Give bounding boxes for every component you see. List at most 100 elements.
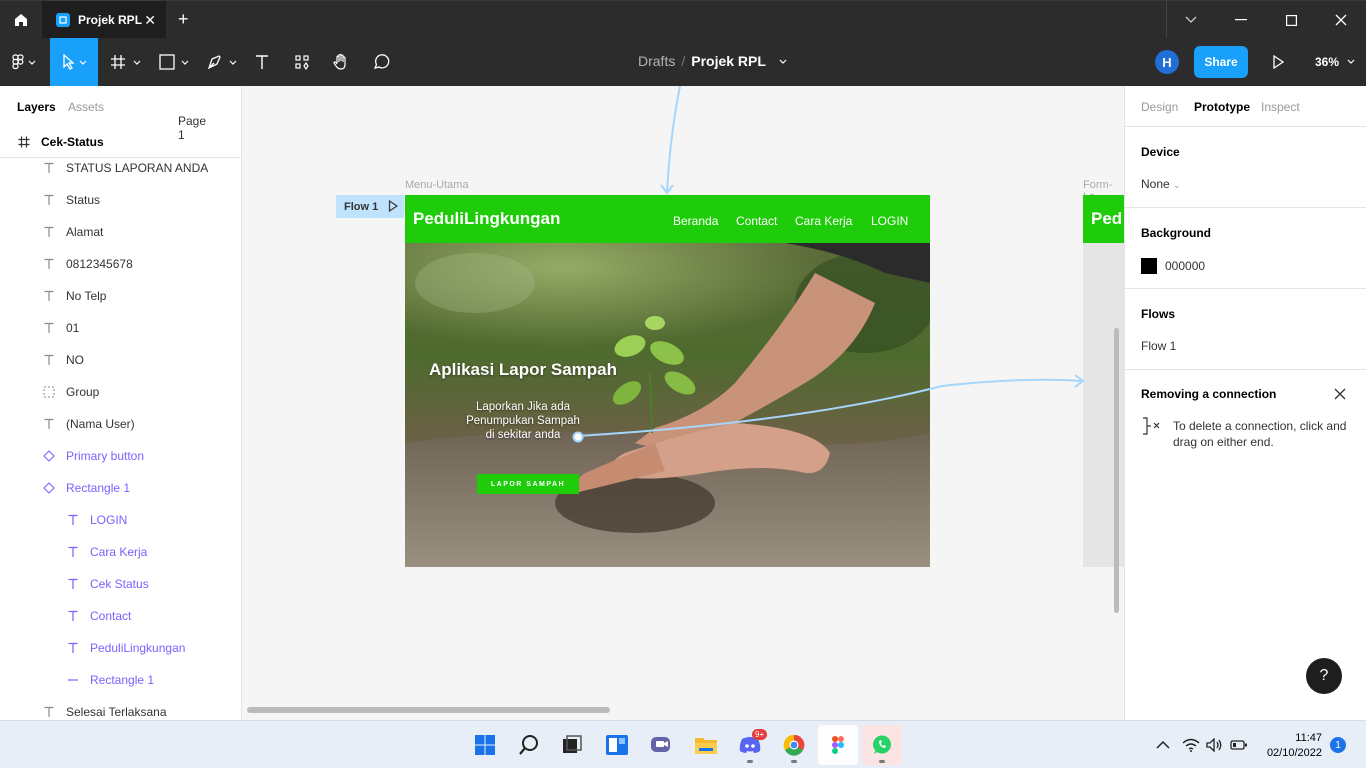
chat-button[interactable] [641, 725, 681, 765]
hero-subtitle: Laporkan Jika ada Penumpukan Sampah di s… [453, 400, 593, 442]
layer-item[interactable]: Selesai Terlaksana [0, 696, 241, 720]
frame-tool-button[interactable] [108, 38, 144, 86]
project-name[interactable]: Projek RPL [691, 53, 766, 69]
layer-item[interactable]: Cara Kerja [0, 536, 241, 568]
device-value: None [1141, 177, 1170, 191]
device-section: Device None ⌄ [1125, 126, 1366, 207]
text-layer-icon [42, 289, 56, 303]
chevron-down-icon[interactable] [1166, 1, 1216, 39]
chevron-up-icon[interactable] [1156, 740, 1170, 750]
share-button[interactable]: Share [1194, 46, 1248, 78]
layer-item[interactable]: LOGIN [0, 504, 241, 536]
tab-layers[interactable]: Layers [17, 100, 56, 114]
vertical-scrollbar[interactable] [1114, 328, 1119, 613]
nav-contact[interactable]: Contact [736, 214, 777, 228]
whatsapp-button[interactable] [862, 725, 902, 765]
start-button[interactable] [465, 725, 505, 765]
task-view-button[interactable] [552, 725, 592, 765]
figma-taskbar-button[interactable] [818, 725, 858, 765]
layer-item[interactable]: Contact [0, 600, 241, 632]
layer-item-label: Status [66, 193, 101, 207]
discord-button[interactable]: 9+ [730, 725, 770, 765]
frame-label-menu-utama[interactable]: Menu-Utama [405, 179, 469, 191]
title-bar: Projek RPL ✕ + [0, 0, 1366, 39]
nav-cara-kerja[interactable]: Cara Kerja [795, 214, 852, 228]
lapor-sampah-button[interactable]: LAPOR SAMPAH [477, 474, 579, 494]
figma-logo-icon [12, 54, 36, 70]
nav-beranda[interactable]: Beranda [673, 214, 718, 228]
layer-item[interactable]: 0812345678 [0, 248, 241, 280]
home-button[interactable] [0, 1, 42, 39]
layer-item[interactable]: PeduliLingkungan [0, 632, 241, 664]
zoom-control[interactable]: 36% [1315, 55, 1356, 69]
hand-tool-button[interactable] [329, 38, 353, 86]
canvas[interactable]: Menu-Utama Form-La Flow 1 PeduliLingkung… [242, 86, 1124, 720]
chevron-down-icon[interactable] [778, 58, 788, 66]
clock-date: 02/10/2022 [1266, 747, 1322, 759]
form-brand: Ped [1091, 209, 1123, 228]
main-menu-button[interactable] [0, 38, 48, 86]
volume-icon[interactable] [1206, 738, 1224, 752]
close-tab-icon[interactable]: ✕ [144, 12, 156, 29]
layer-item-label: (Nama User) [66, 417, 135, 431]
layer-item[interactable]: Rectangle 1 [0, 664, 241, 696]
flow-item[interactable]: Flow 1 [1141, 339, 1176, 353]
horizontal-scrollbar[interactable] [247, 707, 610, 713]
help-button[interactable]: ? [1306, 658, 1342, 694]
layer-item[interactable]: Status [0, 184, 241, 216]
device-select[interactable]: None ⌄ [1141, 177, 1181, 191]
layer-item[interactable]: Alamat [0, 216, 241, 248]
frame-menu-utama[interactable]: PeduliLingkungan Beranda Contact Cara Ke… [405, 195, 930, 567]
tab-inspect[interactable]: Inspect [1261, 100, 1300, 114]
chrome-icon [783, 734, 805, 756]
widgets-button[interactable] [597, 725, 637, 765]
layer-item[interactable]: STATUS LAPORAN ANDA [0, 152, 241, 184]
tab-assets[interactable]: Assets [68, 100, 104, 114]
tab-prototype[interactable]: Prototype [1194, 100, 1250, 114]
maximize-icon[interactable] [1266, 1, 1316, 39]
notification-badge[interactable]: 1 [1330, 737, 1346, 753]
text-layer-icon [42, 257, 56, 271]
layer-item[interactable]: (Nama User) [0, 408, 241, 440]
new-tab-icon[interactable]: + [178, 9, 189, 30]
group-layer-icon [42, 385, 56, 399]
text-tool-button[interactable] [250, 38, 274, 86]
layer-item[interactable]: Group [0, 376, 241, 408]
nav-login[interactable]: LOGIN [871, 214, 908, 228]
pen-tool-button[interactable] [204, 38, 240, 86]
clock[interactable]: 11:47 02/10/2022 [1262, 731, 1322, 761]
shape-tool-button[interactable] [156, 38, 192, 86]
present-button[interactable] [1266, 50, 1290, 74]
layer-item[interactable]: Rectangle 1 [0, 472, 241, 504]
tab-design[interactable]: Design [1141, 100, 1178, 114]
layer-item[interactable]: No Telp [0, 280, 241, 312]
file-explorer-button[interactable] [686, 725, 726, 765]
close-window-icon[interactable] [1316, 1, 1366, 39]
incoming-connection-line[interactable] [666, 86, 681, 193]
file-tab[interactable]: Projek RPL ✕ [42, 1, 166, 39]
battery-icon[interactable] [1230, 739, 1248, 751]
layer-item[interactable]: Cek Status [0, 568, 241, 600]
background-hex[interactable]: 000000 [1165, 259, 1205, 273]
background-swatch[interactable] [1141, 258, 1157, 274]
chrome-button[interactable] [774, 725, 814, 765]
comment-tool-button[interactable] [369, 38, 393, 86]
flow-starting-point[interactable]: Flow 1 [336, 195, 404, 218]
close-icon[interactable] [1332, 386, 1348, 402]
wifi-icon[interactable] [1182, 738, 1200, 752]
component-icon [42, 449, 56, 463]
layer-item[interactable]: 01 [0, 312, 241, 344]
play-icon[interactable] [388, 200, 398, 212]
avatar[interactable]: H [1155, 50, 1179, 74]
breadcrumb-drafts[interactable]: Drafts [638, 53, 675, 69]
layer-item[interactable]: Primary button [0, 440, 241, 472]
minimize-icon[interactable] [1216, 1, 1266, 39]
removing-section [1125, 369, 1366, 370]
layer-item[interactable]: NO [0, 344, 241, 376]
flows-heading: Flows [1141, 307, 1176, 321]
play-icon [1273, 55, 1284, 69]
move-tool-button[interactable] [50, 38, 98, 86]
resources-button[interactable] [290, 38, 314, 86]
search-button[interactable] [509, 725, 549, 765]
figma-app: Projek RPL ✕ + Drafts / Projek RPL H Sha… [0, 0, 1366, 768]
